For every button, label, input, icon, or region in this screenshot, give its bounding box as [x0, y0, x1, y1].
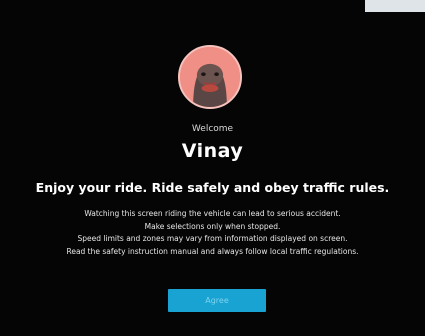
notice-line: Make selections only when stopped.	[144, 221, 281, 231]
agree-button[interactable]: Agree	[168, 289, 266, 312]
safety-notices: Watching this screen riding the vehicle …	[0, 208, 425, 258]
notice-line: Watching this screen riding the vehicle …	[84, 209, 341, 218]
user-avatar-icon	[178, 45, 242, 109]
safety-headline: Enjoy your ride. Ride safely and obey tr…	[35, 180, 390, 195]
avatar-image	[180, 47, 240, 107]
user-name: Vinay	[181, 140, 244, 162]
welcome-content: Welcome Vinay Enjoy your ride. Ride safe…	[0, 0, 425, 336]
welcome-label: Welcome	[191, 124, 234, 134]
notice-line: Speed limits and zones may vary from inf…	[77, 234, 348, 243]
notice-line: Read the safety instruction manual and a…	[66, 246, 359, 256]
